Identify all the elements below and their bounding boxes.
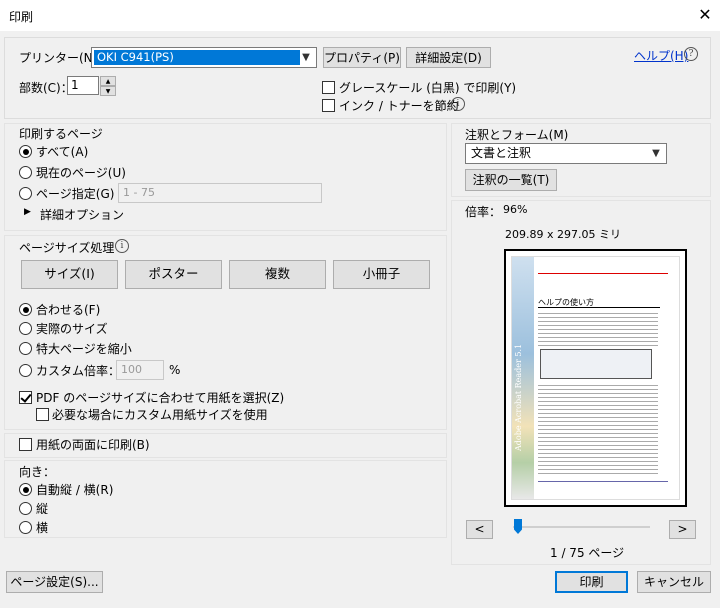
copies-input[interactable]: 1 bbox=[67, 76, 99, 95]
orientation-portrait-radio[interactable] bbox=[19, 502, 32, 515]
preview-rule bbox=[538, 307, 660, 308]
grayscale-label: グレースケール (白黒) で印刷(Y) bbox=[339, 81, 517, 95]
preview-screenshot bbox=[540, 349, 652, 379]
save-ink-checkbox[interactable] bbox=[322, 99, 335, 112]
title-bar bbox=[0, 0, 720, 31]
page-setup-button[interactable]: ページ設定(S)... bbox=[6, 571, 103, 593]
pages-current-radio[interactable] bbox=[19, 166, 32, 179]
orientation-title: 向き： bbox=[19, 465, 56, 479]
fit-radio[interactable] bbox=[19, 303, 32, 316]
shrink-label: 特大ページを縮小 bbox=[36, 342, 132, 356]
scale-label: 倍率： bbox=[465, 205, 502, 219]
comments-summary-button[interactable]: 注釈の一覧(T) bbox=[465, 169, 557, 191]
expand-triangle-icon[interactable]: ▶ bbox=[24, 207, 31, 217]
pages-range-radio[interactable] bbox=[19, 187, 32, 200]
pages-all-radio[interactable] bbox=[19, 145, 32, 158]
chevron-down-icon: ▼ bbox=[302, 52, 310, 63]
comments-select[interactable]: 文書と注釈 ▼ bbox=[465, 143, 667, 164]
grayscale-checkbox[interactable] bbox=[322, 81, 335, 94]
pages-all-label: すべて(A) bbox=[36, 145, 89, 159]
duplex-label: 用紙の両面に印刷(B) bbox=[36, 438, 150, 452]
choose-paper-checkbox[interactable] bbox=[19, 391, 32, 404]
chevron-down-icon: ▼ bbox=[652, 148, 660, 159]
page-indicator: 1 / 75 ページ bbox=[550, 546, 625, 560]
pages-current-label: 現在のページ(U) bbox=[36, 166, 126, 180]
actual-size-radio[interactable] bbox=[19, 322, 32, 335]
preview-text-block bbox=[538, 313, 658, 347]
scale-value: 96% bbox=[503, 203, 528, 216]
printer-select[interactable]: OKI C941(PS) ▼ bbox=[91, 47, 317, 68]
comments-selected-value: 文書と注釈 bbox=[471, 146, 532, 160]
cancel-button[interactable]: キャンセル bbox=[637, 571, 711, 593]
preview-text-block bbox=[538, 385, 658, 475]
custom-scale-label: カスタム倍率： bbox=[36, 364, 121, 378]
info-icon[interactable]: i bbox=[451, 97, 465, 111]
multiple-button[interactable]: 複数 bbox=[229, 260, 326, 289]
custom-scale-unit: % bbox=[169, 363, 181, 377]
shrink-radio[interactable] bbox=[19, 342, 32, 355]
sizing-title: ページサイズ処理 bbox=[19, 241, 115, 255]
more-options-label[interactable]: 詳細オプション bbox=[40, 206, 124, 223]
paper-dimensions: 209.89 x 297.05 ミリ bbox=[505, 228, 621, 241]
copies-down-icon[interactable]: ▼ bbox=[100, 86, 116, 96]
help-link[interactable]: ヘルプ(H) bbox=[634, 47, 688, 64]
close-icon[interactable]: ✕ bbox=[694, 4, 716, 26]
booklet-button[interactable]: 小冊子 bbox=[333, 260, 430, 289]
orientation-auto-label: 自動縦 / 横(R) bbox=[36, 483, 114, 497]
pages-range-label: ページ指定(G) bbox=[36, 187, 115, 201]
info-icon[interactable]: i bbox=[115, 239, 129, 253]
preview-footer-line bbox=[538, 481, 668, 482]
orientation-auto-radio[interactable] bbox=[19, 483, 32, 496]
printer-selected-value: OKI C941(PS) bbox=[94, 50, 300, 65]
custom-paper-label: 必要な場合にカスタム用紙サイズを使用 bbox=[52, 408, 268, 422]
orientation-portrait-label: 縦 bbox=[36, 502, 49, 516]
next-page-button[interactable]: > bbox=[669, 520, 696, 539]
properties-button[interactable]: プロパティ(P) bbox=[323, 47, 401, 68]
choose-paper-label: PDF のページサイズに合わせて用紙を選択(Z) bbox=[36, 391, 285, 405]
fit-label: 合わせる(F) bbox=[36, 303, 101, 317]
orientation-landscape-radio[interactable] bbox=[19, 521, 32, 534]
preview-side-title: Adobe Acrobat Reader 5.1 bbox=[514, 343, 523, 451]
window-title: 印刷 bbox=[9, 10, 34, 24]
pages-title: 印刷するページ bbox=[19, 127, 103, 141]
advanced-button[interactable]: 詳細設定(D) bbox=[406, 47, 491, 68]
poster-button[interactable]: ポスター bbox=[125, 260, 222, 289]
prev-page-button[interactable]: < bbox=[466, 520, 493, 539]
custom-scale-radio[interactable] bbox=[19, 364, 32, 377]
size-button[interactable]: サイズ(I) bbox=[21, 260, 118, 289]
save-ink-label: インク / トナーを節約 bbox=[339, 99, 459, 113]
actual-size-label: 実際のサイズ bbox=[36, 322, 108, 336]
pages-range-input[interactable]: 1 - 75 bbox=[118, 183, 322, 203]
orientation-group bbox=[4, 460, 447, 538]
print-button[interactable]: 印刷 bbox=[555, 571, 628, 593]
custom-paper-checkbox[interactable] bbox=[36, 408, 49, 421]
orientation-landscape-label: 横 bbox=[36, 521, 49, 535]
copies-up-icon[interactable]: ▲ bbox=[100, 76, 116, 86]
page-slider-track[interactable] bbox=[513, 526, 650, 528]
copies-label: 部数(C)： bbox=[19, 81, 73, 95]
duplex-checkbox[interactable] bbox=[19, 438, 32, 451]
page-preview: Adobe Acrobat Reader 5.1 ヘルプの使い方 bbox=[504, 249, 687, 507]
comments-title: 注釈とフォーム(M) bbox=[465, 128, 569, 142]
preview-header-line bbox=[538, 273, 668, 274]
help-icon[interactable]: ? bbox=[684, 47, 698, 61]
custom-scale-input[interactable]: 100 bbox=[116, 360, 164, 380]
